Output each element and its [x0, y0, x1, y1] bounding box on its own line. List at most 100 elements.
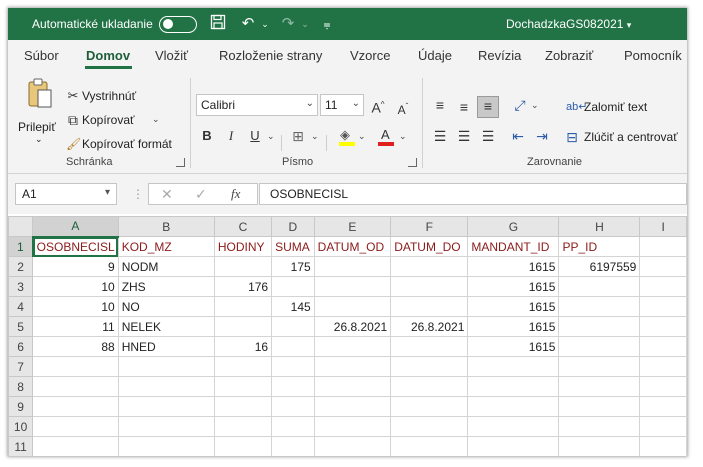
align-right-icon[interactable]: ☰: [479, 127, 497, 145]
column-header[interactable]: D: [271, 216, 315, 237]
cell[interactable]: 16: [213, 336, 273, 357]
cell[interactable]: [639, 396, 687, 417]
cell[interactable]: 9: [32, 256, 119, 277]
tab-vzorce[interactable]: Vzorce: [350, 48, 390, 63]
cell[interactable]: [558, 296, 641, 317]
insert-function-icon[interactable]: fx: [231, 186, 240, 202]
fill-color-icon[interactable]: ◈: [338, 127, 356, 147]
cell[interactable]: [390, 256, 469, 277]
cell[interactable]: [32, 356, 119, 377]
cell[interactable]: NODM: [117, 256, 215, 277]
column-header[interactable]: I: [639, 216, 687, 237]
cell[interactable]: 1615: [467, 336, 560, 357]
cell[interactable]: [390, 276, 469, 297]
cell[interactable]: [117, 396, 215, 417]
cell[interactable]: 175: [271, 256, 315, 277]
cell[interactable]: [313, 356, 392, 377]
borders-icon[interactable]: ⊞: [288, 127, 308, 145]
tab-subor[interactable]: Súbor: [24, 48, 59, 63]
cell[interactable]: [313, 336, 392, 357]
cell[interactable]: [639, 296, 687, 317]
cell[interactable]: [390, 356, 469, 377]
cell[interactable]: [390, 416, 469, 437]
cell[interactable]: [117, 376, 215, 397]
cell[interactable]: 176: [213, 276, 273, 297]
increase-font-icon[interactable]: A^: [369, 96, 387, 117]
row-header[interactable]: 6: [8, 336, 34, 357]
cell[interactable]: [558, 416, 641, 437]
cell[interactable]: [467, 416, 560, 437]
cell[interactable]: [390, 396, 469, 417]
fill-color-dropdown-icon[interactable]: ⌄: [358, 131, 366, 142]
redo-dropdown-icon[interactable]: ⌄: [295, 14, 315, 34]
cell[interactable]: SUMA: [271, 236, 315, 257]
column-header[interactable]: B: [117, 216, 215, 237]
font-name-select[interactable]: Calibri ⌄: [196, 94, 318, 116]
cell[interactable]: KOD_MZ: [117, 236, 215, 257]
wrap-text-button[interactable]: ab↵ Zalomiť text: [566, 98, 666, 116]
tab-zobrazit[interactable]: Zobraziť: [545, 48, 593, 63]
autosave-toggle[interactable]: [159, 16, 197, 33]
cell[interactable]: [213, 436, 273, 456]
column-header[interactable]: G: [467, 216, 560, 237]
cell[interactable]: [558, 356, 641, 377]
borders-dropdown-icon[interactable]: ⌄: [311, 131, 319, 142]
tab-vlozit[interactable]: Vložiť: [155, 48, 188, 63]
cell[interactable]: [271, 276, 315, 297]
copy-button[interactable]: ⧉ Kopírovať ⌄: [66, 111, 166, 129]
cell[interactable]: [271, 436, 315, 456]
cell[interactable]: [313, 416, 392, 437]
column-header[interactable]: E: [313, 216, 392, 237]
align-bottom-icon[interactable]: ≡: [477, 96, 499, 118]
cell[interactable]: DATUM_OD: [313, 236, 392, 257]
name-box[interactable]: A1 ▾: [15, 183, 117, 205]
cell[interactable]: [117, 416, 215, 437]
cell[interactable]: [213, 256, 273, 277]
save-icon[interactable]: [208, 14, 228, 34]
cell[interactable]: [639, 356, 687, 377]
cell[interactable]: [313, 256, 392, 277]
cell[interactable]: [467, 356, 560, 377]
cell[interactable]: [313, 276, 392, 297]
row-header[interactable]: 10: [8, 416, 34, 437]
cell[interactable]: 10: [32, 276, 119, 297]
row-header[interactable]: 4: [8, 296, 34, 317]
bold-icon[interactable]: B: [198, 127, 216, 145]
decrease-font-icon[interactable]: Aˇ: [394, 98, 412, 119]
cell[interactable]: [271, 416, 315, 437]
tab-pomocnik[interactable]: Pomocník: [624, 48, 682, 63]
cell[interactable]: [271, 336, 315, 357]
row-header[interactable]: 3: [8, 276, 34, 297]
cell[interactable]: [271, 376, 315, 397]
cell[interactable]: OSOBNECISL: [32, 236, 119, 257]
underline-icon[interactable]: U: [246, 127, 264, 145]
orientation-dropdown-icon[interactable]: ⌄: [531, 100, 539, 111]
row-header[interactable]: 5: [8, 316, 34, 337]
cell[interactable]: [313, 376, 392, 397]
row-header[interactable]: 9: [8, 396, 34, 417]
align-center-icon[interactable]: ☰: [455, 127, 473, 145]
cell[interactable]: ZHS: [117, 276, 215, 297]
cell[interactable]: 145: [271, 296, 315, 317]
row-header[interactable]: 1: [8, 236, 34, 257]
cell[interactable]: [639, 416, 687, 437]
cell[interactable]: [639, 336, 687, 357]
align-middle-icon[interactable]: ≡: [455, 98, 473, 116]
align-top-icon[interactable]: ≡: [431, 96, 449, 114]
paste-button[interactable]: Prilepiť ⌄: [18, 76, 62, 146]
cell[interactable]: [213, 356, 273, 377]
tab-udaje[interactable]: Údaje: [418, 48, 452, 63]
cell[interactable]: [213, 396, 273, 417]
cell[interactable]: [639, 436, 687, 456]
cell[interactable]: [467, 376, 560, 397]
cell[interactable]: PP_ID: [558, 236, 641, 257]
cell[interactable]: [213, 316, 273, 337]
tab-domov[interactable]: Domov: [86, 48, 130, 63]
cell[interactable]: [639, 316, 687, 337]
orientation-icon[interactable]: ⤢: [511, 96, 529, 114]
cell[interactable]: NO: [117, 296, 215, 317]
enter-icon[interactable]: ✓: [195, 186, 207, 203]
cell[interactable]: 11: [32, 316, 119, 337]
font-color-icon[interactable]: A: [377, 127, 395, 147]
column-header[interactable]: F: [390, 216, 469, 237]
